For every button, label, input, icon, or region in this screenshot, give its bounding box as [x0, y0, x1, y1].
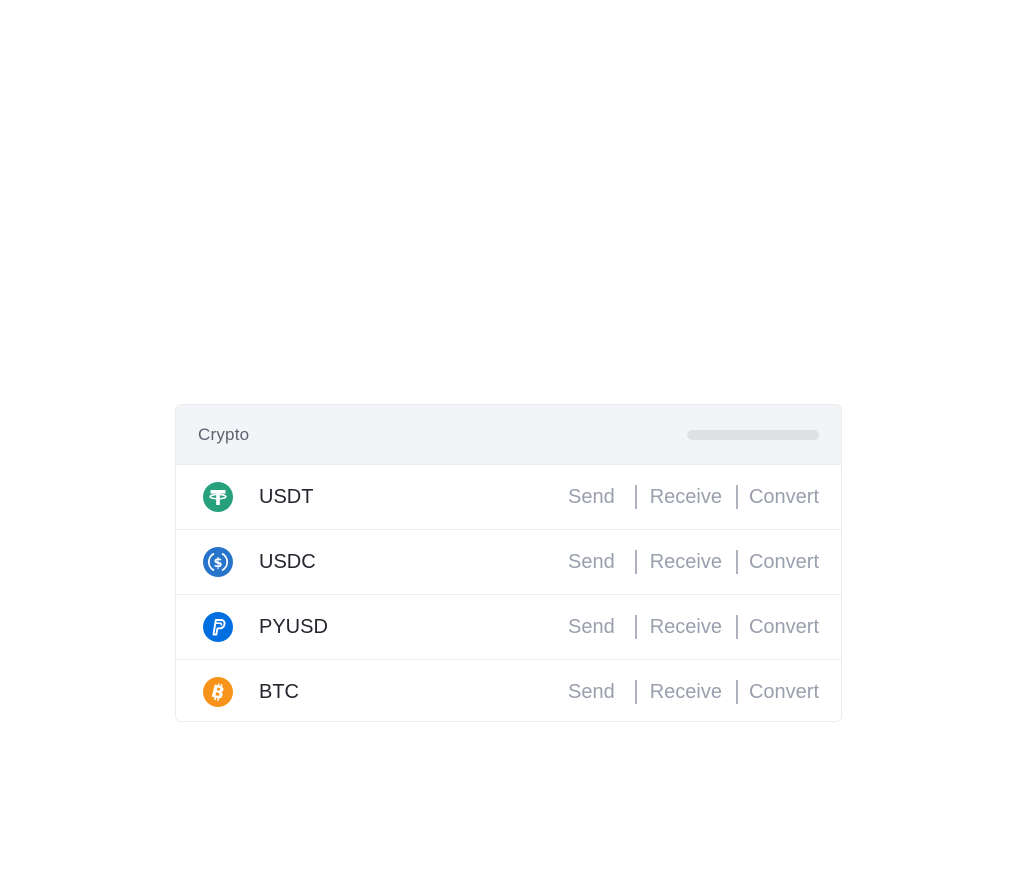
divider: [735, 485, 738, 509]
divider: [634, 485, 637, 509]
coin-symbol: USDT: [259, 485, 314, 508]
coin-row-btc: B BTC Send Receive Convert: [176, 659, 841, 721]
receive-button[interactable]: Receive: [650, 551, 722, 574]
coin-actions: Send Receive Convert: [568, 485, 819, 509]
coin-row-pyusd: PYUSD Send Receive Convert: [176, 594, 841, 659]
coin-actions: Send Receive Convert: [568, 550, 819, 574]
send-button[interactable]: Send: [568, 486, 615, 509]
divider: [735, 550, 738, 574]
paypal-icon: [203, 612, 233, 642]
header-placeholder-bar: [687, 429, 819, 440]
coin-actions: Send Receive Convert: [568, 615, 819, 639]
receive-button[interactable]: Receive: [650, 486, 722, 509]
svg-text:$: $: [213, 556, 222, 571]
divider: [634, 680, 637, 704]
coin-symbol: PYUSD: [259, 615, 328, 638]
convert-button[interactable]: Convert: [749, 681, 819, 704]
bitcoin-icon: B: [203, 677, 233, 707]
divider: [634, 550, 637, 574]
coin-row-usdc: $ USDC Send Receive Convert: [176, 529, 841, 594]
panel-title: Crypto: [198, 424, 250, 444]
send-button[interactable]: Send: [568, 681, 615, 704]
coin-symbol: USDC: [259, 550, 316, 573]
divider: [735, 615, 738, 639]
convert-button[interactable]: Convert: [749, 616, 819, 639]
crypto-panel: Crypto USDT Send Receive Convert $ USDC …: [175, 404, 842, 722]
usdc-icon: $: [203, 547, 233, 577]
receive-button[interactable]: Receive: [650, 616, 722, 639]
divider: [634, 615, 637, 639]
coin-symbol: BTC: [259, 680, 299, 703]
receive-button[interactable]: Receive: [650, 681, 722, 704]
convert-button[interactable]: Convert: [749, 551, 819, 574]
send-button[interactable]: Send: [568, 551, 615, 574]
coin-row-usdt: USDT Send Receive Convert: [176, 464, 841, 529]
divider: [735, 680, 738, 704]
tether-icon: [203, 482, 233, 512]
coin-actions: Send Receive Convert: [568, 680, 819, 704]
send-button[interactable]: Send: [568, 616, 615, 639]
convert-button[interactable]: Convert: [749, 486, 819, 509]
crypto-panel-header: Crypto: [176, 405, 841, 464]
